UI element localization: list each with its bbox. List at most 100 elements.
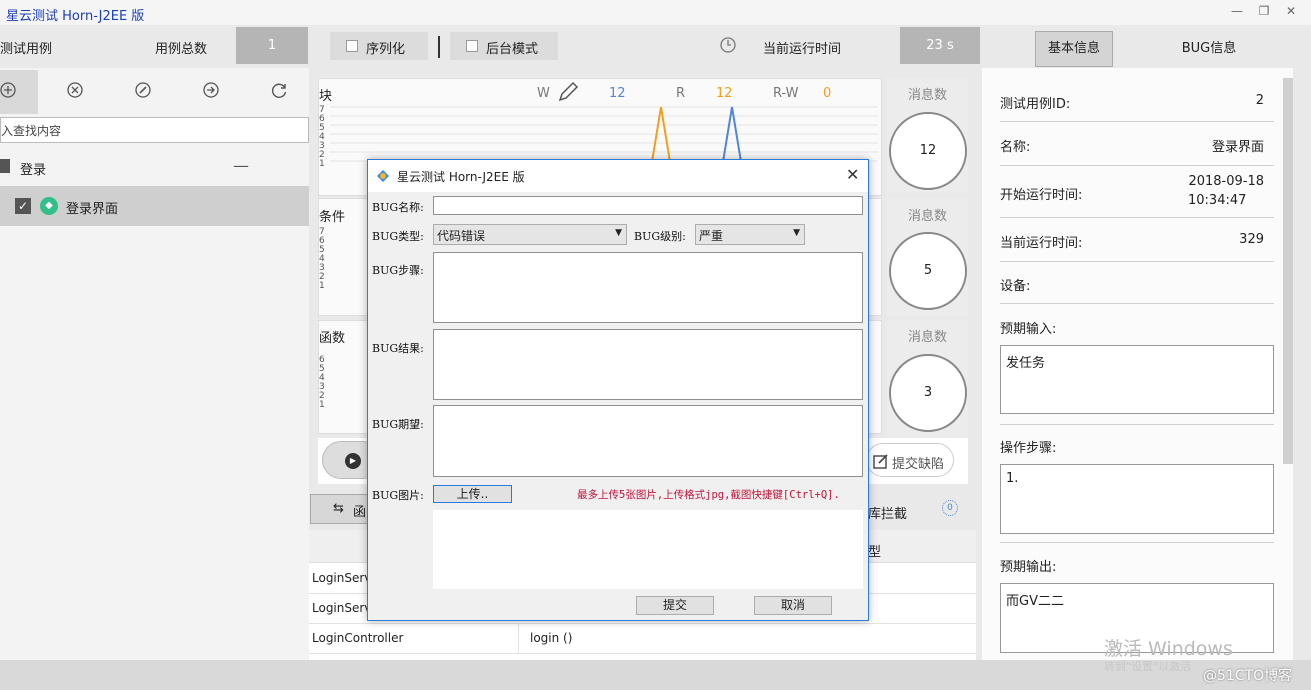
swap-icon: ⇆ [333, 501, 344, 516]
cancel-circle-icon[interactable] [66, 81, 84, 99]
image-preview-area[interactable] [433, 510, 863, 589]
upload-button[interactable]: 上传.. [433, 485, 512, 503]
app-logo-icon [375, 168, 391, 184]
divider [1000, 424, 1274, 425]
case-count-value: 1 [236, 27, 308, 64]
submit-defect-label: 提交缺陷 [892, 457, 945, 472]
steps-label: 操作步骤: [1000, 441, 1057, 456]
bug-steps-label: BUG步骤: [372, 264, 424, 277]
tab-basic-info[interactable]: 基本信息 [1035, 31, 1113, 67]
collapse-icon[interactable]: — [233, 156, 249, 175]
msg-count-circle: 3 [889, 354, 967, 432]
chart-condition-title: 条件 [319, 210, 346, 225]
tab-function[interactable]: ⇆ 函 [310, 494, 370, 524]
minimize-button[interactable]: — [1228, 4, 1246, 20]
current-time-label: 当前运行时间: [1000, 236, 1083, 251]
case-status-icon: ◆ [40, 197, 58, 215]
upload-hint: 最多上传5张图片,上传格式jpg,截图快捷键[Ctrl+Q]. [577, 489, 840, 501]
bug-level-select[interactable]: 严重 ▼ [695, 224, 805, 245]
activate-windows-sub: 转到"设置"以激活 [1104, 660, 1192, 673]
bug-type-select[interactable]: 代码错误 ▼ [433, 224, 627, 245]
device-label: 设备: [1000, 279, 1031, 294]
bug-name-input[interactable] [433, 196, 863, 215]
chart-block-axis: 7 6 5 4 3 2 1 [319, 106, 329, 169]
background-mode-toggle[interactable]: 后台模式 [450, 32, 558, 60]
expected-input-field[interactable]: 发任务 [1000, 345, 1274, 414]
toolbar-divider [438, 36, 440, 58]
bug-type-label: BUG类型: [372, 230, 424, 243]
background-mode-checkbox[interactable] [466, 40, 478, 52]
case-id-value: 2 [1255, 93, 1264, 108]
expected-output-label: 预期输出: [1000, 560, 1057, 575]
steps-field[interactable]: 1. [1000, 464, 1274, 534]
dialog-close-icon[interactable]: ✕ [846, 165, 859, 184]
axis-tick: 1 [319, 159, 325, 169]
maximize-button[interactable]: ❐ [1255, 4, 1273, 20]
clock-icon [720, 37, 736, 53]
table-header-type: 型 [868, 545, 882, 560]
tab-intercept[interactable]: 库拦截 [868, 503, 907, 522]
submit-defect-button[interactable]: 提交缺陷 [866, 443, 954, 477]
table-cell: LoginServ [312, 571, 372, 585]
start-time-label: 开始运行时间: [1000, 188, 1083, 203]
bug-result-textarea[interactable] [433, 329, 863, 400]
r-label: R [676, 86, 686, 101]
name-value: 登录界面 [1211, 140, 1264, 155]
title-bar: 星云测试 Horn-J2EE 版 — ❐ ✕ [0, 0, 1311, 25]
rw-value: 0 [823, 86, 832, 101]
bug-type-value: 代码错误 [437, 229, 486, 243]
run-time-label: 当前运行时间 [763, 42, 842, 57]
info-row-name: 名称: 登录界面 [1000, 122, 1274, 166]
serialize-checkbox[interactable] [346, 40, 358, 52]
pencil-icon[interactable] [556, 80, 580, 104]
msg-count-circle: 12 [889, 112, 967, 190]
dropdown-arrow-icon: ▼ [615, 228, 622, 238]
name-label: 名称: [1000, 140, 1031, 155]
search-input[interactable]: 入查找内容 [0, 117, 309, 143]
r-value: 12 [716, 86, 733, 101]
serialize-toggle[interactable]: 序列化 [330, 32, 428, 60]
case-item-label: 登录界面 [66, 202, 119, 217]
tree-group-login[interactable]: 登录 — [0, 150, 309, 184]
tree-item-login-page[interactable]: ✓ ◆ 登录界面 [0, 186, 309, 226]
dialog-title: 星云测试 Horn-J2EE 版 [397, 170, 525, 184]
start-date-value: 2018-09-18 [1188, 174, 1264, 189]
w-label: W [537, 86, 550, 101]
info-row-device: 设备: [1000, 262, 1274, 304]
close-window-button[interactable]: ✕ [1282, 4, 1300, 20]
w-value: 12 [609, 86, 626, 101]
chart-function-axis: 6 5 4 3 2 1 [319, 356, 329, 410]
tab-bug-info[interactable]: BUG信息 [1170, 31, 1248, 67]
rw-label: R-W [773, 86, 799, 101]
case-id-label: 测试用例ID: [1000, 97, 1071, 112]
axis-tick: 1 [319, 281, 325, 291]
bug-level-label: BUG级别: [634, 230, 686, 243]
chart-condition-axis: 7 6 5 4 3 2 1 [319, 228, 329, 291]
edit-icon[interactable] [134, 81, 152, 99]
table-row[interactable]: LoginController login () [309, 624, 976, 654]
start-time-value: 10:34:47 [1188, 193, 1247, 208]
checked-checkbox-icon[interactable]: ✓ [15, 198, 31, 214]
dialog-cancel-button[interactable]: 取消 [754, 596, 832, 615]
bug-expect-label: BUG期望: [372, 418, 424, 431]
run-time-value: 23 s [900, 27, 980, 64]
add-icon[interactable] [0, 81, 18, 99]
current-time-value: 329 [1239, 232, 1264, 247]
info-row-case-id: 测试用例ID: 2 [1000, 80, 1274, 122]
dialog-submit-button[interactable]: 提交 [636, 596, 714, 615]
bug-steps-textarea[interactable] [433, 252, 863, 323]
bug-expect-textarea[interactable] [433, 405, 863, 477]
axis-tick: 1 [319, 400, 325, 410]
table-cell: LoginController [312, 631, 404, 645]
forward-icon[interactable] [202, 81, 220, 99]
bug-name-label: BUG名称: [372, 201, 424, 214]
intercept-count-badge: 0 [942, 500, 958, 516]
scrollbar-thumb[interactable] [1283, 78, 1293, 464]
refresh-icon[interactable] [270, 81, 289, 100]
bug-dialog: 星云测试 Horn-J2EE 版 ✕ BUG名称: BUG类型: 代码错误 ▼ … [367, 159, 869, 621]
window-title: 星云测试 Horn-J2EE 版 [6, 9, 145, 24]
dropdown-arrow-icon: ▼ [793, 228, 800, 238]
play-icon: ▶ [345, 453, 361, 469]
divider [1000, 542, 1274, 543]
column-divider [518, 624, 519, 654]
